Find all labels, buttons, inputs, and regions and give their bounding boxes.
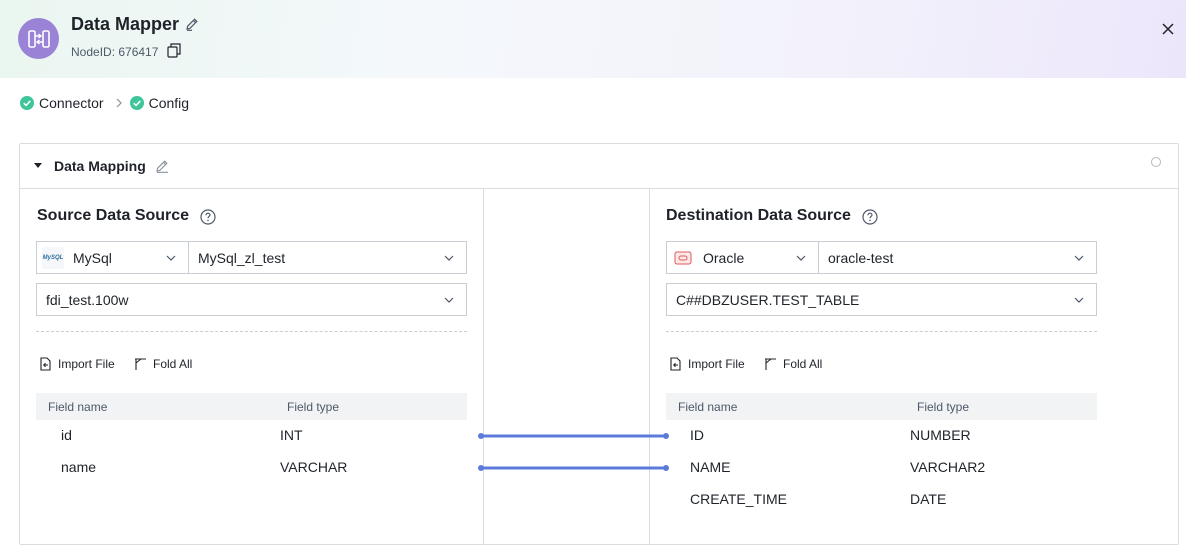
import-file-icon: [670, 357, 681, 371]
field-type-cell: VARCHAR: [280, 459, 348, 475]
mapping-links: [478, 433, 669, 471]
chevron-down-icon: [166, 255, 176, 261]
fold-all-label: Fold All: [153, 357, 193, 371]
chevron-down-icon: [444, 255, 454, 261]
mapping-link[interactable]: [478, 465, 669, 471]
source-db-type-value: MySql: [73, 249, 112, 266]
field-name-cell: CREATE_TIME: [690, 491, 787, 507]
check-circle-icon: [20, 96, 34, 110]
chevron-down-icon: [796, 255, 806, 261]
step-label: Connector: [39, 95, 104, 111]
source-table-header: Field name Field type: [36, 393, 467, 420]
chevron-right-icon: [116, 98, 122, 108]
edit-title-icon[interactable]: [184, 16, 200, 32]
destination-fold-all-button[interactable]: Fold All: [764, 357, 822, 371]
caret-down-icon[interactable]: [34, 163, 42, 169]
check-circle-icon: [129, 96, 144, 110]
mapping-link[interactable]: [478, 433, 669, 439]
import-file-label: Import File: [58, 357, 115, 371]
source-db-type-select[interactable]: MySQL MySql: [36, 241, 188, 274]
field-type-cell: INT: [280, 427, 303, 443]
destination-table-value: C##DBZUSER.TEST_TABLE: [676, 291, 860, 308]
destination-table-select[interactable]: C##DBZUSER.TEST_TABLE: [666, 283, 1097, 316]
mysql-logo-icon: MySQL: [42, 246, 64, 269]
step-label: Config: [148, 95, 190, 111]
field-type-cell: VARCHAR2: [910, 459, 986, 475]
fold-all-icon: [765, 358, 776, 370]
destination-db-type-select[interactable]: Oracle: [666, 241, 818, 274]
source-import-file-button[interactable]: Import File: [39, 357, 115, 371]
link-handle-source[interactable]: [478, 433, 484, 439]
panel-header: Data Mapping: [20, 144, 1178, 189]
data-mapping-panel: Data Mapping: [19, 143, 1179, 545]
dialog-title: Data Mapper: [71, 14, 180, 34]
step-breadcrumb: Connector Config: [20, 94, 189, 112]
destination-title: Destination Data Source: [666, 207, 851, 224]
source-connection-value: MySql_zl_test: [198, 249, 286, 266]
destination-db-type-value: Oracle: [703, 249, 745, 266]
data-mapper-logo-icon: [18, 18, 59, 59]
source-fold-all-button[interactable]: Fold All: [134, 357, 192, 371]
destination-divider-dashed: [666, 331, 1097, 332]
oracle-logo-icon: [672, 247, 694, 269]
link-handle-source[interactable]: [478, 465, 484, 471]
destination-connection-select[interactable]: oracle-test: [818, 241, 1097, 274]
field-name-cell: id: [61, 427, 72, 443]
copy-icon[interactable]: [166, 42, 182, 58]
source-divider-dashed: [36, 331, 467, 332]
close-icon[interactable]: [1160, 21, 1176, 37]
source-title: Source Data Source: [37, 207, 190, 224]
column-header-field-type: Field type: [917, 400, 970, 414]
destination-table-header: Field name Field type: [666, 393, 1097, 420]
panel-status-dot: [1151, 157, 1161, 167]
destination-import-file-button[interactable]: Import File: [669, 357, 745, 371]
field-name-cell: NAME: [690, 459, 731, 475]
destination-connection-value: oracle-test: [828, 249, 894, 266]
node-id-text: NodeID: 676417: [71, 45, 159, 59]
chevron-down-icon: [1074, 297, 1084, 303]
link-handle-destination[interactable]: [663, 465, 669, 471]
field-name-cell: name: [61, 459, 97, 475]
source-table-value: fdi_test.100w: [46, 291, 129, 308]
column-header-field-name: Field name: [678, 400, 738, 414]
field-type-cell: NUMBER: [910, 427, 971, 443]
column-header-field-name: Field name: [48, 400, 108, 414]
source-table-select[interactable]: fdi_test.100w: [36, 283, 467, 316]
help-icon[interactable]: [200, 209, 216, 225]
import-file-icon: [40, 357, 51, 371]
field-type-cell: DATE: [910, 491, 947, 507]
source-divider: [483, 189, 484, 545]
help-icon[interactable]: [862, 209, 878, 225]
chevron-down-icon: [444, 297, 454, 303]
chevron-down-icon: [1074, 255, 1084, 261]
field-name-cell: ID: [690, 427, 704, 443]
step-config[interactable]: Config: [129, 95, 190, 111]
import-file-label: Import File: [688, 357, 745, 371]
fold-all-label: Fold All: [783, 357, 823, 371]
column-header-field-type: Field type: [287, 400, 340, 414]
dialog-header: Data Mapper NodeID: 676417: [0, 0, 1186, 78]
edit-panel-title-icon[interactable]: [154, 158, 170, 174]
source-connection-select[interactable]: MySql_zl_test: [188, 241, 467, 274]
fold-all-icon: [135, 358, 146, 370]
link-handle-destination[interactable]: [663, 433, 669, 439]
panel-title: Data Mapping: [54, 158, 146, 174]
destination-divider: [649, 189, 650, 545]
step-connector[interactable]: Connector: [20, 95, 104, 111]
